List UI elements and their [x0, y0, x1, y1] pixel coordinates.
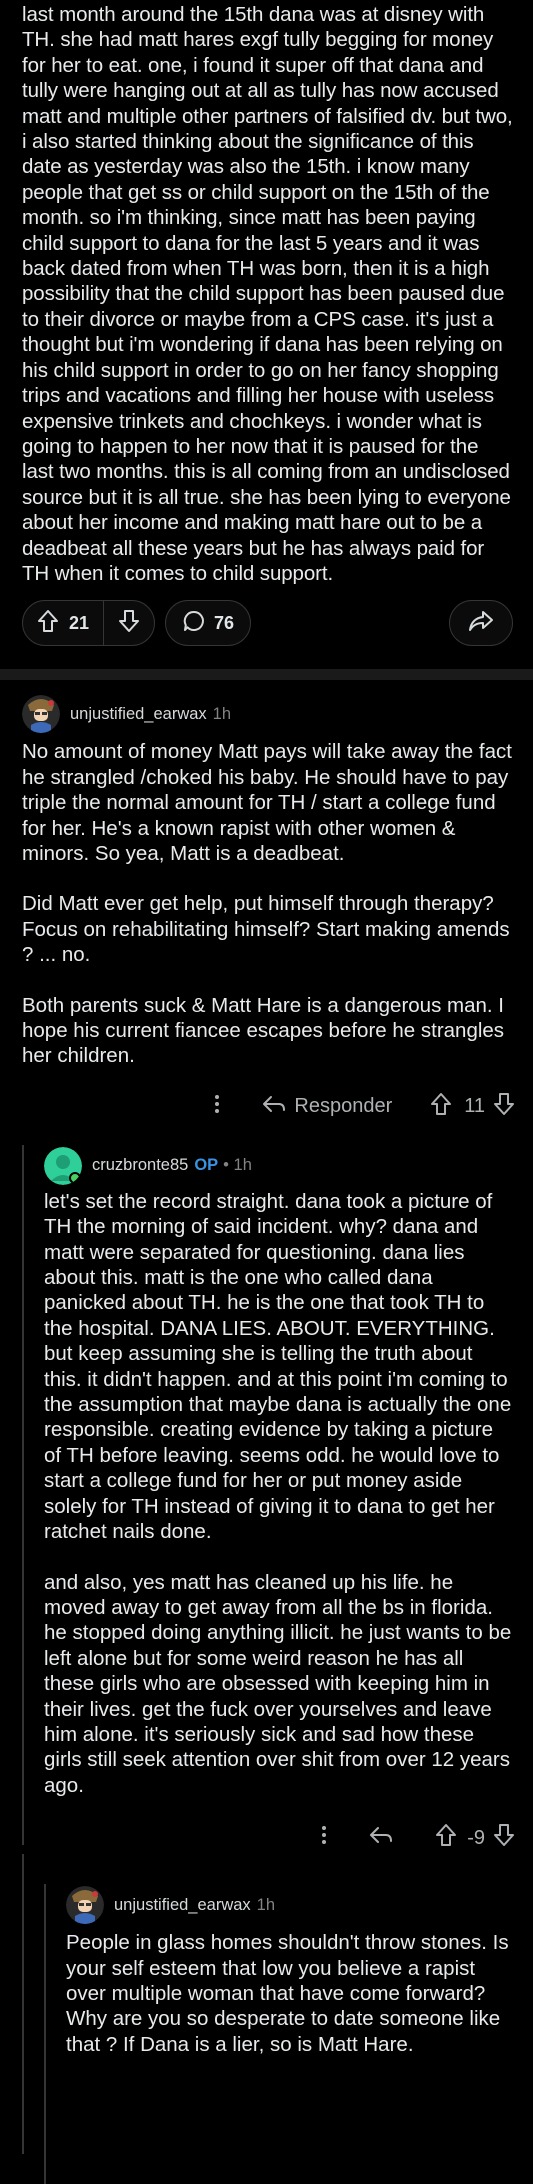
comment-time: 1h: [256, 1895, 276, 1914]
comment-username[interactable]: unjustified_earwax: [70, 705, 207, 724]
section-divider: [0, 669, 533, 681]
reply-button[interactable]: [369, 1825, 393, 1851]
comment-bubble-icon: [182, 609, 206, 638]
post-actions: 21 76: [0, 599, 533, 647]
avatar[interactable]: [22, 695, 60, 734]
downvote-icon[interactable]: [118, 609, 140, 638]
upvote-icon[interactable]: [430, 1092, 452, 1122]
comment-body: People in glass homes shouldn't throw st…: [66, 1931, 509, 2056]
avatar[interactable]: [44, 1146, 82, 1185]
comment-body: No amount of money Matt pays will take a…: [22, 740, 512, 1068]
comment-score: 11: [464, 1095, 485, 1118]
comment-username[interactable]: cruzbronte85: [92, 1156, 188, 1175]
comment-count: 76: [214, 612, 235, 633]
thread-line: [22, 1144, 24, 1845]
post-body: last month around the 15th dana was at d…: [22, 3, 513, 585]
vote-pill: 21: [22, 600, 156, 647]
avatar[interactable]: [66, 1886, 104, 1925]
comment-actions: -9: [44, 1818, 515, 1858]
upvote-icon[interactable]: [37, 609, 59, 638]
comment-time: • 1h: [223, 1156, 252, 1175]
op-badge: OP: [194, 1156, 219, 1175]
upvote-count: 21: [69, 612, 90, 633]
reply-arrow-icon: [262, 1094, 286, 1120]
thread-line: [22, 1854, 24, 2155]
comment: cruzbronte85 OP • 1h let's set the recor…: [0, 1144, 533, 1858]
more-options-icon[interactable]: [321, 1825, 327, 1851]
comment-actions: Responder 11: [22, 1087, 515, 1127]
downvote-icon[interactable]: [493, 1092, 515, 1122]
share-button[interactable]: [449, 600, 513, 647]
upvote-icon[interactable]: [435, 1823, 457, 1853]
comments-button[interactable]: 76: [165, 600, 252, 647]
comment-score: -9: [467, 1826, 485, 1849]
share-icon: [468, 609, 494, 638]
comment-body: let's set the record straight. dana took…: [44, 1189, 512, 1797]
downvote-icon[interactable]: [493, 1823, 515, 1853]
comment-username[interactable]: unjustified_earwax: [114, 1896, 251, 1915]
comment-time: 1h: [212, 704, 232, 723]
reply-label: Responder: [294, 1095, 393, 1118]
reply-button[interactable]: Responder: [262, 1094, 392, 1120]
thread-line: [44, 1884, 46, 2184]
comment: unjustified_earwax 1h People in glass ho…: [0, 1854, 533, 2184]
more-options-icon[interactable]: [214, 1094, 220, 1120]
comment: unjustified_earwax 1h No amount of money…: [0, 693, 533, 1126]
